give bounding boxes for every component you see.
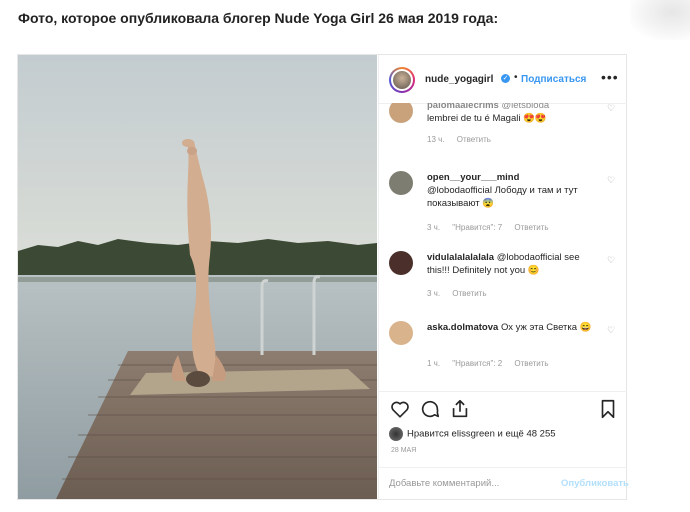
- comment-avatar[interactable]: [389, 321, 413, 345]
- comment-text: @lobodaofficial Лободу и там и тут показ…: [427, 185, 578, 209]
- comment-meta: 13 ч. Ответить: [427, 135, 501, 144]
- comment-mention[interactable]: @letsbloda: [501, 103, 549, 111]
- likes-text[interactable]: Нравится elissgreen и ещё 48 255: [407, 429, 556, 440]
- post-header: nude_yogagirl ✓ • Подписаться •••: [379, 55, 627, 104]
- comment-time[interactable]: 1 ч.: [427, 359, 440, 368]
- comment-text: Ох уж эта Светка 😄: [500, 322, 592, 333]
- comment-reply-button[interactable]: Ответить: [452, 289, 486, 298]
- post-side-panel: nude_yogagirl ✓ • Подписаться ••• paloma…: [378, 55, 629, 500]
- comment-reply-button[interactable]: Ответить: [514, 223, 548, 232]
- comment-meta: 3 ч. "Нравится": 7 Ответить: [427, 223, 559, 232]
- post-date[interactable]: 28 мая: [391, 447, 416, 454]
- author-username[interactable]: nude_yogagirl: [425, 74, 493, 85]
- share-icon[interactable]: [449, 398, 471, 420]
- comment-avatar[interactable]: [389, 171, 413, 195]
- liker-avatar: [389, 427, 403, 441]
- comment-time[interactable]: 3 ч.: [427, 289, 440, 298]
- instagram-post-embed: nude_yogagirl ✓ • Подписаться ••• paloma…: [17, 54, 629, 500]
- heart-icon[interactable]: [389, 398, 411, 420]
- post-actions-bar: [379, 391, 627, 428]
- publish-button[interactable]: Опубликовать: [561, 478, 629, 489]
- comment-username[interactable]: open__your___mind: [427, 172, 519, 183]
- comment-avatar[interactable]: [389, 251, 413, 275]
- article-caption: Фото, которое опубликовала блогер Nude Y…: [18, 10, 499, 26]
- likes-summary[interactable]: Нравится elissgreen и ещё 48 255: [389, 427, 556, 441]
- comment-likes-count[interactable]: "Нравится": 2: [452, 359, 502, 368]
- corner-decoration: [630, 0, 690, 40]
- comment-icon[interactable]: [419, 398, 441, 420]
- author-avatar[interactable]: [389, 67, 415, 93]
- comment-avatar[interactable]: [389, 103, 413, 123]
- comment-time[interactable]: 13 ч.: [427, 135, 445, 144]
- comment-like-heart-icon[interactable]: ♡: [607, 103, 615, 114]
- comment-username[interactable]: vidulalalalalala: [427, 252, 494, 263]
- add-comment-bar: Добавьте комментарий... Опубликовать: [379, 467, 629, 500]
- comment-input[interactable]: Добавьте комментарий...: [389, 478, 499, 489]
- comment-meta: 1 ч. "Нравится": 2 Ответить: [427, 359, 559, 368]
- comment-like-heart-icon[interactable]: ♡: [607, 175, 615, 186]
- comment-reply-button[interactable]: Ответить: [514, 359, 548, 368]
- follow-button[interactable]: Подписаться: [521, 74, 586, 85]
- bookmark-icon[interactable]: [597, 398, 619, 420]
- comment-username[interactable]: palomaalecrims: [427, 103, 499, 111]
- comment-time[interactable]: 3 ч.: [427, 223, 440, 232]
- post-photo[interactable]: [18, 55, 377, 499]
- comments-list[interactable]: palomaalecrims @letsbloda lembrei de tu …: [379, 103, 627, 391]
- comment-like-heart-icon[interactable]: ♡: [607, 325, 615, 336]
- header-dot-separator: •: [514, 72, 518, 83]
- comment-likes-count[interactable]: "Нравится": 7: [452, 223, 502, 232]
- comment-like-heart-icon[interactable]: ♡: [607, 255, 615, 266]
- more-options-icon[interactable]: •••: [601, 69, 619, 85]
- comment-reply-button[interactable]: Ответить: [457, 135, 491, 144]
- comment-username[interactable]: aska.dolmatova: [427, 322, 498, 333]
- comment-meta: 3 ч. Ответить: [427, 289, 497, 298]
- comment-text: lembrei de tu é Magali 😍😍: [427, 113, 547, 124]
- verified-badge-icon: ✓: [501, 74, 510, 83]
